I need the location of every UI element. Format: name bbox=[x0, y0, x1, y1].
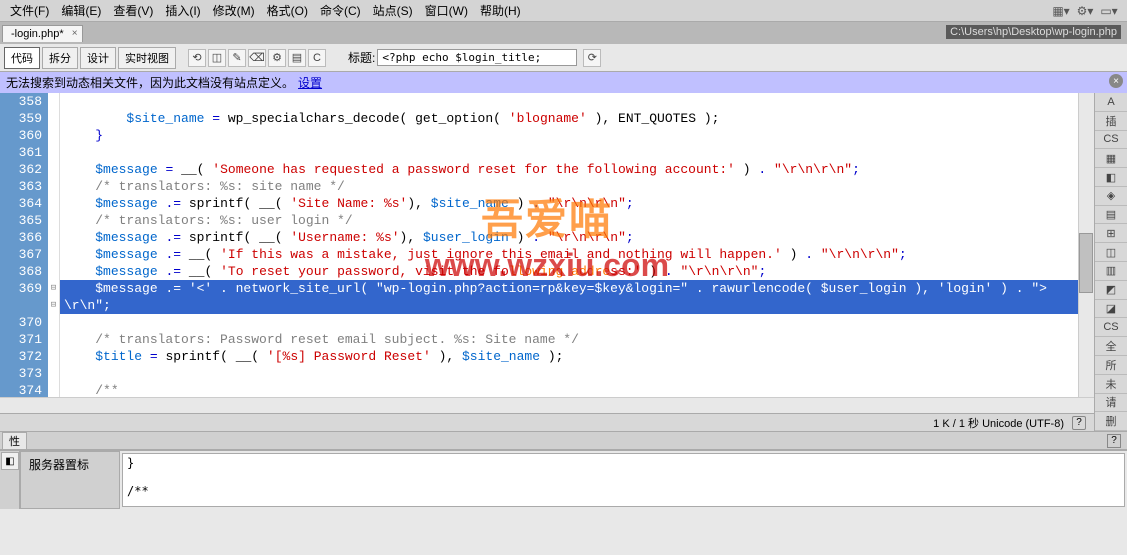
tool-icon-2[interactable]: ◫ bbox=[208, 49, 226, 67]
horizontal-scrollbar[interactable] bbox=[0, 397, 1094, 413]
tab-bar: -login.php* × C:\Users\hp\Desktop\wp-log… bbox=[0, 22, 1127, 44]
dock-item-12[interactable]: CS bbox=[1095, 318, 1127, 337]
properties-panel: ◧ 服务器置标 } /** bbox=[0, 449, 1127, 509]
dock-item-7[interactable]: ⊞ bbox=[1095, 224, 1127, 243]
dock-item-9[interactable]: ▥ bbox=[1095, 262, 1127, 281]
code-line[interactable]: 368 $message .= __( 'To reset your passw… bbox=[0, 263, 1094, 280]
code-line[interactable]: 360 } bbox=[0, 127, 1094, 144]
tool-icon-5[interactable]: ⚙ bbox=[268, 49, 286, 67]
code-line[interactable]: 363 /* translators: %s: site name */ bbox=[0, 178, 1094, 195]
code-line[interactable]: 364 $message .= sprintf( __( 'Site Name:… bbox=[0, 195, 1094, 212]
dock-bottom-1[interactable]: 未 bbox=[1095, 375, 1127, 394]
notice-text: 无法搜索到动态相关文件，因为此文档没有站点定义。 bbox=[6, 74, 294, 91]
bottom-side-tab[interactable]: ◧ bbox=[1, 452, 19, 470]
tool-icon-4[interactable]: ⌫ bbox=[248, 49, 266, 67]
tool-icon-7[interactable]: C bbox=[308, 49, 326, 67]
dock-item-2[interactable]: CS bbox=[1095, 131, 1127, 150]
live-view-button[interactable]: 实时视图 bbox=[118, 47, 176, 69]
extension-icon[interactable]: ▭▾ bbox=[1101, 3, 1117, 19]
view-toolbar: 代码 拆分 设计 实时视图 ⟲ ◫ ✎ ⌫ ⚙ ▤ C 标题: ⟳ bbox=[0, 44, 1127, 72]
code-line[interactable]: 367 $message .= __( 'If this was a mista… bbox=[0, 246, 1094, 263]
bottom-tab-properties[interactable]: 性 bbox=[2, 432, 27, 450]
code-editor[interactable]: 358359 $site_name = wp_specialchars_deco… bbox=[0, 93, 1094, 431]
menu-help[interactable]: 帮助(H) bbox=[474, 0, 527, 21]
vertical-scrollbar[interactable] bbox=[1078, 93, 1094, 397]
dock-item-13[interactable]: 全 bbox=[1095, 337, 1127, 356]
split-view-button[interactable]: 拆分 bbox=[42, 47, 78, 69]
notice-bar: 无法搜索到动态相关文件，因为此文档没有站点定义。 设置 × bbox=[0, 72, 1127, 93]
code-line[interactable]: 372 $title = sprintf( __( '[%s] Password… bbox=[0, 348, 1094, 365]
dock-item-6[interactable]: ▤ bbox=[1095, 206, 1127, 225]
code-line[interactable]: ⊟\r\n"; bbox=[0, 297, 1094, 314]
file-path: C:\Users\hp\Desktop\wp-login.php bbox=[946, 25, 1121, 39]
code-view-button[interactable]: 代码 bbox=[4, 47, 40, 69]
menu-bar: 文件(F) 编辑(E) 查看(V) 插入(I) 修改(M) 格式(O) 命令(C… bbox=[0, 0, 1127, 22]
menu-file[interactable]: 文件(F) bbox=[4, 0, 55, 21]
dock-bottom-2[interactable]: 请 bbox=[1095, 394, 1127, 413]
tool-icon-6[interactable]: ▤ bbox=[288, 49, 306, 67]
dock-bottom-3[interactable]: 删 bbox=[1095, 412, 1127, 431]
menu-format[interactable]: 格式(O) bbox=[261, 0, 314, 21]
right-dock: A 插 CS ▦ ◧ ◈ ▤ ⊞ ◫ ▥ ◩ ◪ CS 全 所 未 请 删 bbox=[1094, 93, 1127, 431]
code-line[interactable]: 369⊟ $message .= '<' . network_site_url(… bbox=[0, 280, 1094, 297]
title-input[interactable] bbox=[377, 49, 577, 66]
help-icon[interactable]: ? bbox=[1072, 416, 1086, 430]
title-label: 标题: bbox=[348, 49, 375, 66]
dock-item-3[interactable]: ▦ bbox=[1095, 149, 1127, 168]
dock-item-11[interactable]: ◪ bbox=[1095, 300, 1127, 319]
dock-item-10[interactable]: ◩ bbox=[1095, 281, 1127, 300]
code-line[interactable]: 365 /* translators: %s: user login */ bbox=[0, 212, 1094, 229]
notice-settings-link[interactable]: 设置 bbox=[298, 74, 322, 91]
dock-item-8[interactable]: ◫ bbox=[1095, 243, 1127, 262]
code-line[interactable]: 374 /** bbox=[0, 382, 1094, 397]
menu-view[interactable]: 查看(V) bbox=[107, 0, 159, 21]
code-line[interactable]: 361 bbox=[0, 144, 1094, 161]
code-line[interactable]: 373 bbox=[0, 365, 1094, 382]
code-line[interactable]: 370 bbox=[0, 314, 1094, 331]
design-view-button[interactable]: 设计 bbox=[80, 47, 116, 69]
code-line[interactable]: 366 $message .= sprintf( __( 'Username: … bbox=[0, 229, 1094, 246]
dock-item-0[interactable]: A bbox=[1095, 93, 1127, 112]
file-tab[interactable]: -login.php* × bbox=[2, 25, 83, 42]
menu-insert[interactable]: 插入(I) bbox=[159, 0, 206, 21]
menu-command[interactable]: 命令(C) bbox=[314, 0, 367, 21]
dock-item-5[interactable]: ◈ bbox=[1095, 187, 1127, 206]
menu-modify[interactable]: 修改(M) bbox=[207, 0, 261, 21]
code-line[interactable]: 371 /* translators: Password reset email… bbox=[0, 331, 1094, 348]
dock-item-1[interactable]: 插 bbox=[1095, 112, 1127, 131]
status-bar: 1 K / 1 秒 Unicode (UTF-8) ? bbox=[0, 413, 1094, 431]
dock-bottom-0[interactable]: 所 bbox=[1095, 356, 1127, 375]
menu-edit[interactable]: 编辑(E) bbox=[55, 0, 107, 21]
server-markup-label: 服务器置标 bbox=[20, 451, 120, 509]
menu-window[interactable]: 窗口(W) bbox=[419, 0, 474, 21]
server-markup-editor[interactable]: } /** bbox=[122, 453, 1125, 507]
settings-icon[interactable]: ⚙▾ bbox=[1077, 3, 1093, 19]
dock-item-4[interactable]: ◧ bbox=[1095, 168, 1127, 187]
code-line[interactable]: 358 bbox=[0, 93, 1094, 110]
close-icon[interactable]: × bbox=[1109, 74, 1123, 88]
code-line[interactable]: 362 $message = __( 'Someone has requeste… bbox=[0, 161, 1094, 178]
close-icon[interactable]: × bbox=[72, 28, 78, 39]
tab-label: -login.php* bbox=[11, 28, 64, 40]
refresh-icon[interactable]: ⟳ bbox=[583, 49, 601, 67]
code-line[interactable]: 359 $site_name = wp_specialchars_decode(… bbox=[0, 110, 1094, 127]
help-icon[interactable]: ? bbox=[1107, 434, 1121, 448]
layout-icon[interactable]: ▦▾ bbox=[1053, 3, 1069, 19]
tool-icon-1[interactable]: ⟲ bbox=[188, 49, 206, 67]
tool-icon-3[interactable]: ✎ bbox=[228, 49, 246, 67]
menu-site[interactable]: 站点(S) bbox=[367, 0, 419, 21]
encoding-info: 1 K / 1 秒 Unicode (UTF-8) bbox=[933, 415, 1064, 431]
